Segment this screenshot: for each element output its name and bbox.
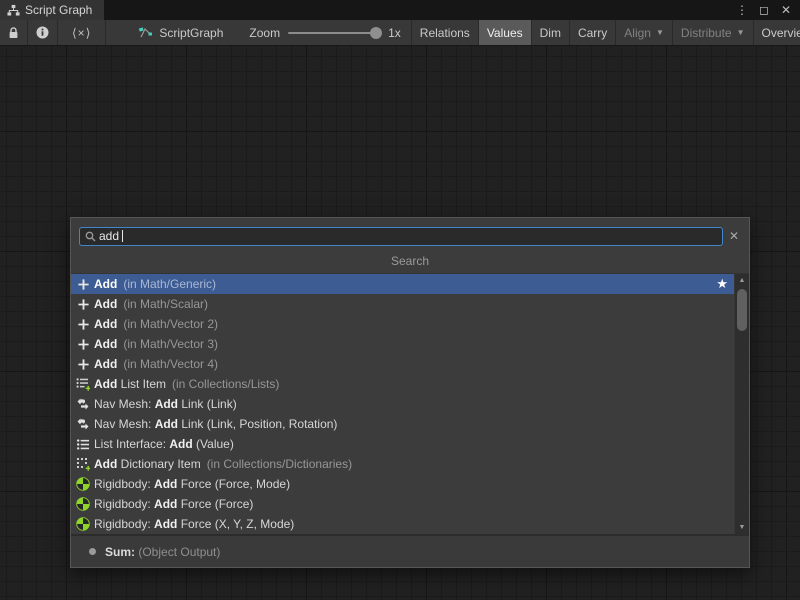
title-bar: Script Graph ⋮◻✕ [0,0,800,20]
window-controls: ⋮◻✕ [733,0,800,20]
lock-button[interactable] [0,20,28,45]
close-popup-button[interactable]: ✕ [723,229,745,243]
list-item-label: Rigidbody: Add Force (Force) [94,497,253,511]
plus-icon [75,296,91,312]
scroll-down-icon[interactable]: ▼ [735,521,749,534]
toolbar-button-values[interactable]: Values [478,20,531,45]
graph-breadcrumb[interactable]: ScriptGraph [128,20,233,45]
list-item[interactable]: Add(in Math/Vector 4) [71,354,734,374]
list-item[interactable]: List Interface: Add (Value) [71,434,734,454]
list-add-icon [75,376,91,392]
list-item-label: Add Dictionary Item(in Collections/Dicti… [94,457,352,471]
list-item-label: Add(in Math/Vector 2) [94,317,218,331]
list-item-label: Nav Mesh: Add Link (Link) [94,397,237,411]
favorite-star-icon[interactable]: ★ [716,276,728,292]
list-icon [75,436,91,452]
list-item-label: Rigidbody: Add Force (X, Y, Z, Mode) [94,517,294,531]
zoom-value: 1x [388,26,401,40]
list-item-label: Add(in Math/Vector 4) [94,357,218,371]
list-item-label: Add(in Math/Vector 3) [94,337,218,351]
info-icon [36,26,49,39]
navmesh-icon [75,416,91,432]
search-header: Search [71,250,749,274]
search-value: add [99,229,119,243]
list-item[interactable]: Nav Mesh: Add Link (Link) [71,394,734,414]
search-icon [85,231,96,242]
toolbar-button-relations[interactable]: Relations [411,20,478,45]
plus-icon [75,336,91,352]
kebab-menu-icon[interactable]: ⋮ [733,1,751,19]
scrollbar-thumb[interactable] [737,289,747,331]
graph-toolbar: ⟨×⟩ ScriptGraph Zoom 1x RelationsValuesD… [0,20,800,46]
toolbar-button-distribute[interactable]: Distribute▼ [672,20,753,45]
plus-icon [75,316,91,332]
zoom-control: Zoom 1x [233,20,410,45]
search-row: add ✕ [71,218,749,250]
plus-icon [75,356,91,372]
list-item-label: Add(in Math/Generic) [94,277,216,291]
chevron-down-icon: ▼ [656,28,664,37]
list-item-label: List Interface: Add (Value) [94,437,234,451]
search-input[interactable]: add [79,227,723,246]
toolbar-buttons: RelationsValuesDimCarryAlign▼Distribute▼… [411,20,800,45]
zoom-slider-handle[interactable] [370,27,382,39]
toolbar-button-dim[interactable]: Dim [531,20,569,45]
graph-hierarchy-icon [7,4,20,17]
rigidbody-icon [75,516,91,532]
code-preview-button[interactable]: ⟨×⟩ [58,20,106,45]
toolbar-button-align[interactable]: Align▼ [615,20,672,45]
plus-icon [75,276,91,292]
graph-label: ScriptGraph [159,26,223,40]
list-item[interactable]: Nav Mesh: Add Link (Link, Position, Rota… [71,414,734,434]
list-item[interactable]: Rigidbody: Add Force (Force, Mode) [71,474,734,494]
text-caret [122,230,123,242]
navmesh-icon [75,396,91,412]
list-item[interactable]: Add Dictionary Item(in Collections/Dicti… [71,454,734,474]
list-item-label: Rigidbody: Add Force (Force, Mode) [94,477,290,491]
rigidbody-icon [75,496,91,512]
maximize-icon[interactable]: ◻ [755,1,773,19]
result-preview-footer: Sum: (Object Output) [71,534,749,567]
dictionary-add-icon [75,456,91,472]
tab-title: Script Graph [25,3,92,17]
list-item[interactable]: Add(in Math/Scalar) [71,294,734,314]
inspect-button[interactable] [28,20,58,45]
close-icon[interactable]: ✕ [777,1,795,19]
zoom-slider[interactable] [288,32,380,34]
list-item[interactable]: Add(in Math/Vector 3) [71,334,734,354]
lock-icon [8,27,19,39]
list-item[interactable]: Add List Item(in Collections/Lists) [71,374,734,394]
fuzzy-finder-popup: add ✕ Search Add(in Math/Generic)★Add(in… [70,217,750,568]
rigidbody-icon [75,476,91,492]
footer-port-type: (Object Output) [138,545,220,559]
list-item-label: Add(in Math/Scalar) [94,297,208,311]
list-item[interactable]: Add(in Math/Vector 2) [71,314,734,334]
list-item[interactable]: Add(in Math/Generic) ★ [71,274,734,294]
footer-port-name: Sum: [105,545,135,559]
list-item[interactable]: Rigidbody: Add Force (X, Y, Z, Mode) [71,514,734,534]
list-item-label: Add List Item(in Collections/Lists) [94,377,279,391]
scrollbar[interactable]: ▲ ▼ [734,274,749,534]
scroll-up-icon[interactable]: ▲ [735,274,749,287]
port-dot-icon [89,548,96,555]
toolbar-button-carry[interactable]: Carry [569,20,615,45]
list-item[interactable]: Rigidbody: Add Force (Force) [71,494,734,514]
list-item-label: Nav Mesh: Add Link (Link, Position, Rota… [94,417,337,431]
tab-script-graph[interactable]: Script Graph [0,0,104,20]
script-graph-icon [138,26,153,40]
zoom-label: Zoom [249,26,280,40]
toolbar-button-overview[interactable]: Overview [753,20,800,45]
chevron-down-icon: ▼ [737,28,745,37]
results-list: Add(in Math/Generic) ★ Add(in Math/Scalar)… [71,274,749,534]
